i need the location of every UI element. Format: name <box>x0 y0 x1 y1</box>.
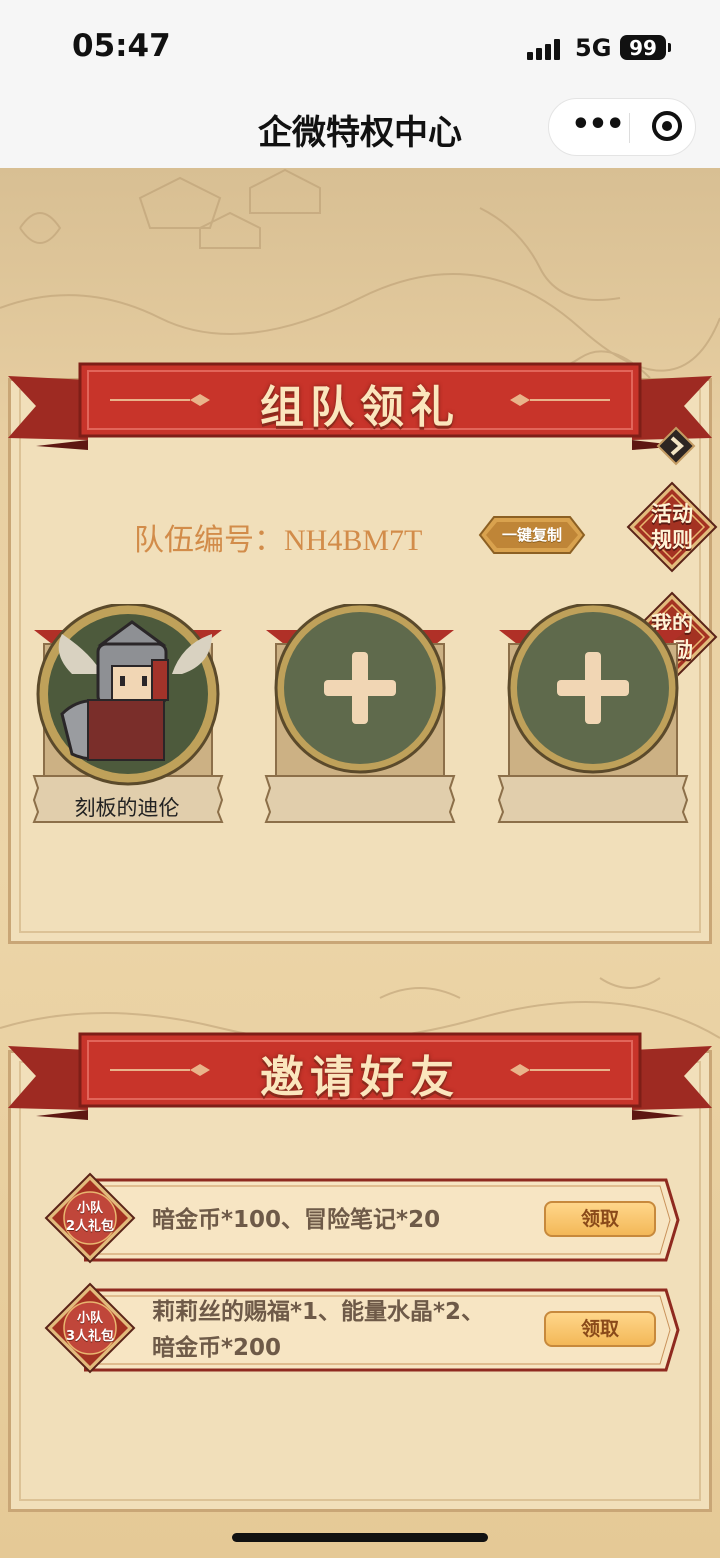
member-slot-3[interactable] <box>497 602 693 834</box>
member-name: 刻板的迪伦 <box>74 796 180 820</box>
activity-rules-button[interactable]: 活动 规则 <box>626 481 718 573</box>
reward-description: 莉莉丝的赐福*1、能量水晶*2、 暗金币*200 <box>152 1299 485 1361</box>
invite-section-title: 邀请好友 <box>260 1052 460 1103</box>
member-slot-1[interactable]: 刻板的迪伦 <box>32 602 228 834</box>
copy-button-label: 一键复制 <box>501 526 562 544</box>
reward-badge-label: 小队 2人礼包 <box>65 1201 115 1234</box>
home-indicator[interactable] <box>232 1533 488 1542</box>
battery-icon: 99 <box>620 35 671 60</box>
team-section-title: 组队领礼 <box>260 382 460 433</box>
activity-rules-label: 活动 规则 <box>651 502 693 552</box>
miniprogram-capsule: ••• <box>548 98 696 156</box>
claim-button[interactable]: 领取 <box>544 1311 656 1347</box>
reward-row: 小队 2人礼包 暗金币*100、冒险笔记*20 领取 <box>44 1172 680 1268</box>
more-icon[interactable]: ••• <box>569 110 625 143</box>
claim-button[interactable]: 领取 <box>544 1201 656 1237</box>
battery-level: 99 <box>629 35 657 60</box>
reward-badge: 小队 2人礼包 <box>44 1172 136 1264</box>
status-time: 05:47 <box>72 28 171 64</box>
signal-icon <box>527 38 560 60</box>
copy-code-button[interactable]: 一键复制 <box>478 513 586 557</box>
capsule-divider <box>629 113 630 143</box>
reward-row: 小队 3人礼包 莉莉丝的赐福*1、能量水晶*2、 暗金币*200 领取 <box>44 1282 680 1378</box>
reward-badge-label: 小队 3人礼包 <box>65 1311 115 1344</box>
chevron-right-icon[interactable] <box>656 426 696 466</box>
team-code: 队伍编号：NH4BM7T <box>134 524 423 557</box>
member-slot-2[interactable] <box>264 602 460 834</box>
plus-icon <box>557 652 629 724</box>
close-miniprogram-icon[interactable] <box>652 111 682 141</box>
status-bar: 05:47 5G 99 <box>0 0 720 95</box>
reward-badge: 小队 3人礼包 <box>44 1282 136 1374</box>
nav-bar: 企微特权中心 ••• <box>0 95 720 168</box>
plus-icon <box>324 652 396 724</box>
reward-description: 暗金币*100、冒险笔记*20 <box>152 1207 441 1233</box>
network-type: 5G <box>575 34 612 62</box>
